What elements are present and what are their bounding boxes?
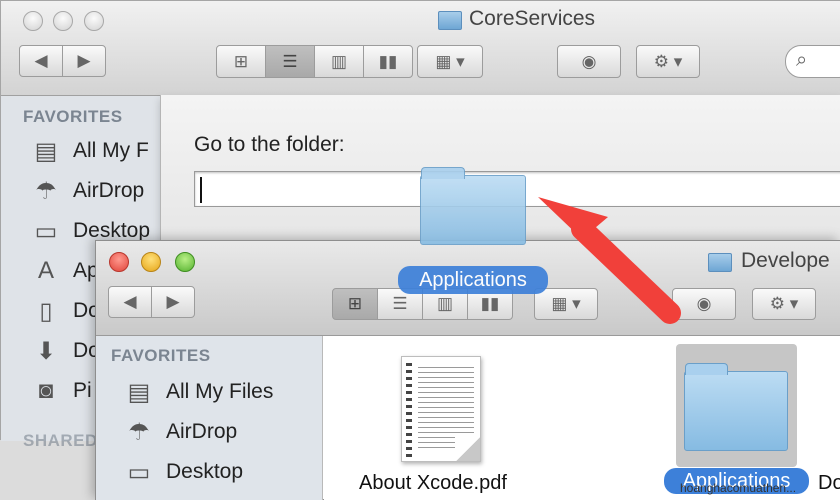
back-button[interactable]: ◀ [19,45,63,77]
sidebar-item-airdrop[interactable]: ☂ AirDrop [124,412,273,452]
back-window-toolbar: CoreServices ◀ ▶ ⊞ ☰ ▥ ▮▮ ▦ ▾ ◉ ⚙ ▾ ⌕ [1,1,840,96]
folder-icon [438,11,462,30]
chevron-left-icon: ◀ [123,292,137,311]
red-arrow-annotation [538,197,681,324]
list-view-icon: ☰ [392,294,408,313]
close-button[interactable] [109,252,129,272]
pdf-document-icon[interactable] [401,356,481,462]
desktop-icon: ▭ [34,217,58,245]
file-name-partial[interactable]: Do [818,472,840,495]
front-sidebar: FAVORITES ▤ All My Files ☂ AirDrop ▭ Deskto… [96,336,323,500]
icon-view-icon: ⊞ [347,294,363,313]
sidebar-heading-shared: SHARED [23,431,98,450]
arrange-icon: ▦ ▾ [435,51,465,71]
all-files-icon: ▤ [34,137,58,165]
sidebar-item-all-my-files[interactable]: ▤ All My F [31,131,150,171]
action-button[interactable]: ⚙ ▾ [636,45,700,78]
chevron-right-icon: ▶ [166,292,180,311]
icon-view-button[interactable]: ⊞ [332,288,378,320]
window-title: Develope [741,249,830,272]
zoom-button-inactive[interactable] [84,11,104,31]
gear-icon: ⚙ ▾ [769,294,799,313]
icon-view-button[interactable]: ⊞ [216,45,266,78]
column-view-button[interactable]: ▥ [314,45,364,78]
sidebar-item-airdrop[interactable]: ☂ AirDrop [31,171,150,211]
icon-view-icon: ⊞ [233,51,249,71]
dragged-folder-icon[interactable] [420,167,526,245]
coverflow-view-button[interactable]: ▮▮ [363,45,413,78]
list-view-button[interactable]: ☰ [265,45,315,78]
file-name-about-xcode[interactable]: About Xcode.pdf [359,472,507,495]
sidebar-heading-favorites: FAVORITES [111,346,211,365]
sidebar-heading-favorites: FAVORITES [23,107,123,126]
watermark-text: hoanghacomuathen... [680,481,797,495]
minimize-button[interactable] [141,252,161,272]
text-caret [200,177,202,203]
search-icon: ⌕ [796,49,808,71]
arrange-button[interactable]: ▦ ▾ [417,45,483,78]
desktop-icon: ▭ [127,458,151,486]
search-field[interactable]: ⌕ [785,45,840,78]
coverflow-view-icon: ▮▮ [378,51,398,71]
minimize-button-inactive[interactable] [53,11,73,31]
eye-icon: ◉ [581,51,597,71]
window-title: CoreServices [469,7,596,30]
applications-folder-icon[interactable] [684,363,788,451]
zoom-button[interactable] [175,252,195,272]
back-button[interactable]: ◀ [108,286,152,318]
sidebar-item-desktop[interactable]: ▭ Desktop [124,452,273,492]
gear-icon: ⚙ ▾ [653,51,683,71]
close-button-inactive[interactable] [23,11,43,31]
chevron-left-icon: ◀ [34,51,48,70]
all-files-icon: ▤ [127,378,151,406]
forward-button[interactable]: ▶ [62,45,106,77]
airdrop-icon: ☂ [128,418,150,446]
action-button[interactable]: ⚙ ▾ [752,288,816,320]
forward-button[interactable]: ▶ [151,286,195,318]
coverflow-view-icon: ▮▮ [480,294,500,313]
column-view-icon: ▥ [436,294,454,313]
camera-icon: ◙ [38,377,54,404]
quicklook-button[interactable]: ◉ [557,45,621,78]
airdrop-icon: ☂ [35,177,57,205]
chevron-right-icon: ▶ [77,51,91,70]
list-view-icon: ☰ [282,51,298,71]
arrow-shaft [571,218,681,324]
documents-icon: ▯ [39,297,53,325]
applications-icon: A [37,257,54,284]
go-to-folder-label: Go to the folder: [194,133,345,156]
folder-icon [708,253,732,272]
downloads-icon: ⬇ [35,337,57,365]
column-view-icon: ▥ [330,51,348,71]
sidebar-item-all-my-files[interactable]: ▤ All My Files [124,372,274,412]
